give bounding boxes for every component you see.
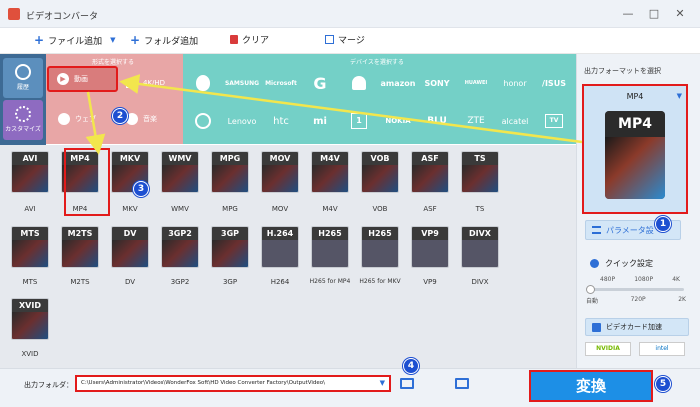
step-badge-3: 3	[133, 181, 149, 197]
arrow-to-mp4-tile	[85, 91, 106, 155]
step-badge-2: 2	[112, 108, 128, 124]
step-badge-1: 1	[655, 216, 671, 232]
arrow-to-video-tab	[119, 74, 583, 144]
step-badge-5: 5	[655, 376, 671, 392]
step-badge-4: 4	[403, 358, 419, 374]
annotation-arrows	[85, 74, 583, 155]
